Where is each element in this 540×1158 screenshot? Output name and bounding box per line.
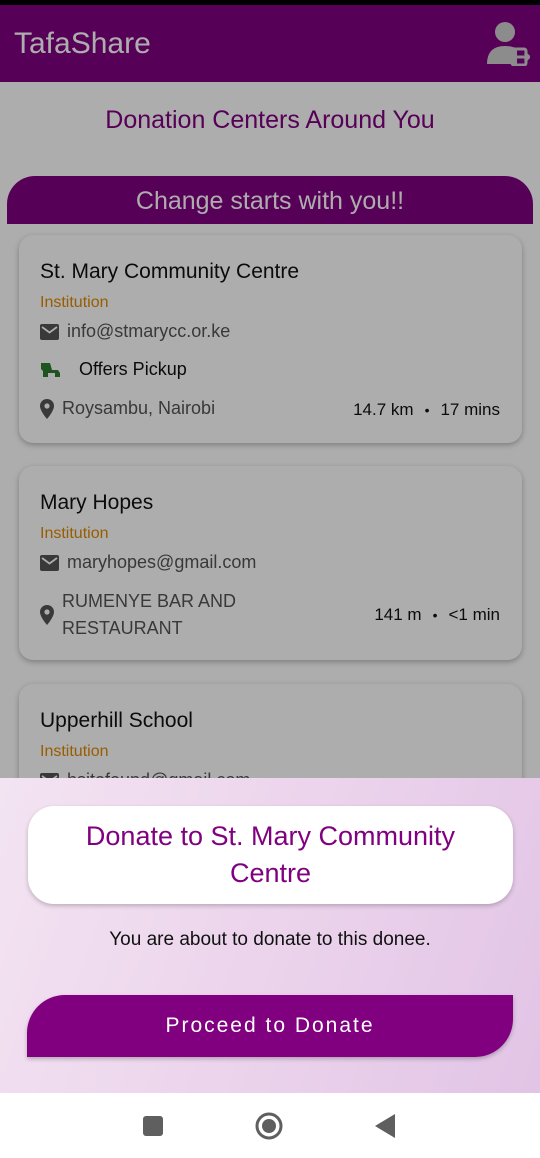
motto-banner: Change starts with you!! [7,176,533,224]
center-email: hsitofound@gmail.com [67,770,250,778]
truck-icon [41,362,60,377]
pickup-row: Offers Pickup [40,359,187,380]
home-button[interactable] [255,1112,283,1145]
donate-bottom-sheet: Donate to St. Mary Community Centre You … [0,778,540,1093]
travel-time: <1 min [448,605,501,624]
system-nav-bar [0,1093,540,1158]
location-row: Roysambu, Nairobi [40,398,215,419]
center-name: Upperhill School [40,709,193,732]
triangle-back-icon [375,1114,395,1138]
email-icon [40,554,59,571]
center-card[interactable]: St. Mary Community Centre Institution in… [19,235,522,443]
app-bar: TafaShare [0,5,540,82]
app-title: TafaShare [14,26,151,60]
distance-value: 14.7 km [353,400,414,419]
center-location: RUMENYE BAR AND RESTAURANT [62,588,236,642]
center-type: Institution [40,743,109,760]
location-pin-icon [40,398,54,419]
location-line: RESTAURANT [62,618,183,638]
separator-dot: • [424,402,430,418]
back-button[interactable] [375,1114,395,1143]
page-heading: Donation Centers Around You [105,106,435,134]
location-line: RUMENYE BAR AND [62,591,237,611]
email-row: hsitofound@gmail.com [40,770,250,778]
circle-icon [255,1112,283,1140]
distance-info: 14.7 km • 17 mins [353,400,500,420]
email-icon [40,323,59,340]
account-logout-icon [487,22,532,67]
center-type: Institution [40,525,109,542]
email-row: maryhopes@gmail.com [40,552,256,573]
location-row: RUMENYE BAR AND RESTAURANT [40,588,236,642]
center-card[interactable]: Mary Hopes Institution maryhopes@gmail.c… [19,466,522,660]
center-card[interactable]: Upperhill School Institution hsitofound@… [19,684,522,778]
travel-time: 17 mins [440,400,500,419]
separator-dot: • [432,607,438,623]
account-logout-button[interactable] [486,20,532,67]
square-icon [143,1116,163,1136]
center-name: St. Mary Community Centre [40,260,300,283]
center-email: info@stmarycc.or.ke [67,321,231,341]
donation-centers-list-page: Donation Centers Around You Change start… [0,82,540,778]
recents-button[interactable] [143,1116,163,1141]
email-row: info@stmarycc.or.ke [40,321,230,342]
center-location: Roysambu, Nairobi [62,398,216,418]
sheet-message: You are about to donate to this donee. [109,929,431,950]
proceed-to-donate-button[interactable]: Proceed to Donate [27,995,513,1057]
sheet-title: Donate to St. Mary Community Centre [28,806,513,904]
center-email: maryhopes@gmail.com [67,552,257,572]
distance-value: 141 m [374,605,422,624]
center-type: Institution [40,294,109,311]
pickup-label: Offers Pickup [79,359,187,379]
distance-info: 141 m • <1 min [374,605,500,625]
location-pin-icon [40,605,54,625]
center-name: Mary Hopes [40,491,154,514]
